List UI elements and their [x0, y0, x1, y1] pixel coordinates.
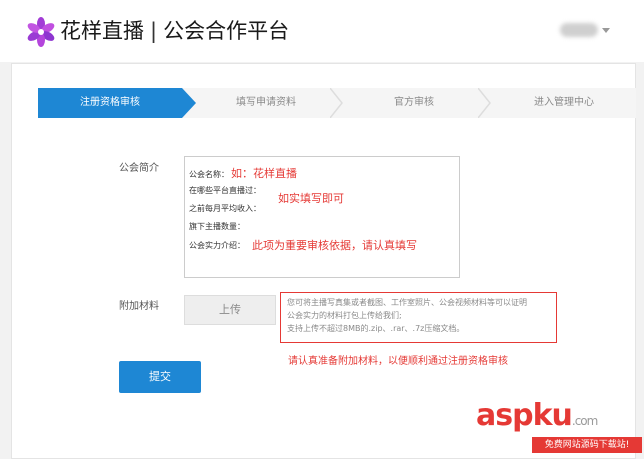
attachment-note-line: 您可将主播写真集或者截图、工作室照片、公会视频材料等可以证明 — [287, 298, 527, 307]
attachment-hint: 请认真准备附加材料，以便顺利通过注册资格审核 — [288, 356, 508, 367]
intro-name-example: 如：花样直播 — [231, 167, 297, 180]
brand-title: 花样直播 | 公会合作平台 — [60, 16, 289, 46]
flower-logo-icon — [27, 17, 55, 47]
intro-anchors-label: 旗下主播数量： — [189, 222, 245, 231]
intro-name-row: 公会名称： 如：花样直播 — [189, 165, 297, 181]
watermark-tagline: 免费网站源码下载站! — [532, 437, 642, 453]
chevron-down-icon[interactable] — [602, 28, 610, 33]
watermark-logo: aspku.com — [476, 398, 598, 433]
guild-intro-textarea[interactable]: 公会名称： 如：花样直播 在哪些平台直播过： 之前每月平均收入： 旗下主播数量： … — [184, 156, 460, 278]
top-bar: 花样直播 | 公会合作平台 — [0, 0, 644, 62]
brand-separator: | — [150, 19, 158, 43]
intro-income-label: 之前每月平均收入： — [189, 204, 261, 213]
user-avatar[interactable] — [560, 23, 598, 37]
intro-strength-label: 公会实力介绍： — [189, 241, 245, 250]
watermark-text: aspku — [476, 398, 573, 433]
attachment-note-line: 公会实力的材料打包上传给我们; — [287, 311, 402, 320]
watermark-domain: .com — [571, 414, 598, 428]
progress-steps: 注册资格审核 填写申请资料 官方审核 进入管理中心 — [38, 88, 636, 118]
important-hint: 此项为重要审核依据，请认真填写 — [252, 239, 417, 252]
attachment-note-line: 支持上传不超过8MB的.zip、.rar、.7z压缩文档。 — [287, 324, 465, 333]
upload-button[interactable]: 上传 — [184, 295, 276, 325]
step-register-qualification: 注册资格审核 — [38, 88, 182, 118]
step-divider — [478, 88, 491, 118]
attachment-label: 附加材料 — [119, 301, 159, 312]
intro-platforms-label: 在哪些平台直播过： — [189, 186, 261, 195]
step-official-review: 官方审核 — [394, 97, 434, 108]
step-arrow-active — [182, 88, 196, 118]
step-fill-application: 填写申请资料 — [236, 97, 296, 108]
attachment-note-box: 您可将主播写真集或者截图、工作室照片、公会视频材料等可以证明 公会实力的材料打包… — [280, 292, 557, 343]
intro-label: 公会简介 — [119, 163, 159, 174]
brand-name: 花样直播 — [60, 19, 144, 43]
submit-button[interactable]: 提交 — [119, 361, 201, 393]
intro-name-label: 公会名称： — [189, 170, 229, 179]
platform-name: 公会合作平台 — [163, 19, 290, 43]
step-enter-management: 进入管理中心 — [534, 97, 594, 108]
fill-truthfully-hint: 如实填写即可 — [278, 192, 344, 205]
step-divider — [330, 88, 343, 118]
